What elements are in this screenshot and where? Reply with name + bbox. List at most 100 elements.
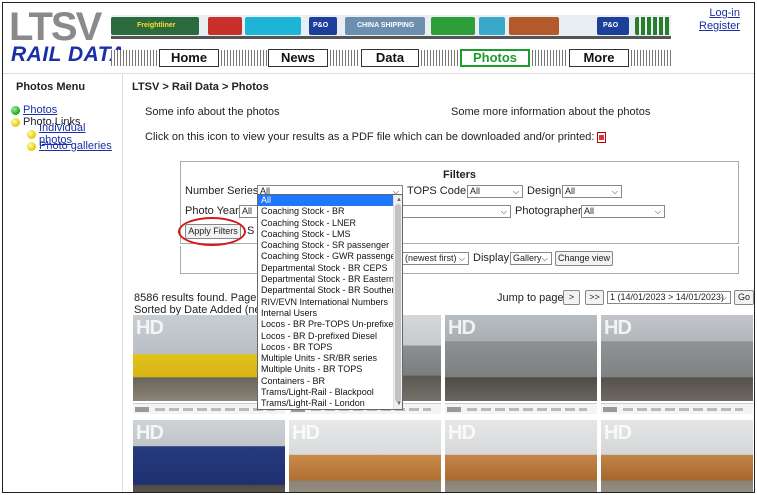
nav-tab-photos[interactable]: Photos [460,49,530,67]
dropdown-option[interactable]: Departmental Stock - BR CEPS [258,263,393,274]
dropdown-option[interactable]: Locos - BR TOPS [258,342,393,353]
sidebar-item-label[interactable]: Photo galleries [39,140,112,152]
container-graphic: P&O [309,17,337,35]
tops-code-select[interactable]: All ⌵ [467,185,523,198]
dropdown-option[interactable]: Trams/Light-Rail - London [258,398,393,409]
dropdown-option[interactable]: Departmental Stock - BR Southern [258,285,393,296]
locomotive-graphic: Freightliner [111,17,199,35]
dropdown-option[interactable]: Coaching Stock - LNER [258,218,393,229]
display-select[interactable]: Gallery ⌵ [510,252,552,265]
chevron-down-icon: ⌵ [541,254,548,263]
photo-year-select[interactable]: All [239,205,259,218]
sidebar-item-individual-photos[interactable]: Individual photos [11,122,121,146]
hd-badge: HD [448,317,476,339]
photos-more-info: Some more information about the photos [451,106,651,118]
dropdown-option[interactable]: Internal Users [258,308,393,319]
select-value: All [242,206,253,216]
gallery-thumbnail[interactable]: HD [133,420,285,492]
photos-info: Some info about the photos [145,106,280,118]
photos-sidebar: Photos Photo Links Individual photos Pho… [11,104,121,152]
filters-title: Filters [442,169,476,181]
hd-badge: HD [292,422,320,444]
change-view-button[interactable]: Change view [555,251,613,266]
display-label: Display: [473,252,513,264]
dropdown-option[interactable]: Coaching Stock - GWR passenger [258,251,393,262]
nav-fence [421,50,459,66]
ltsv-logo[interactable]: LTSV [9,5,111,49]
dropdown-option[interactable]: Multiple Units - BR TOPS [258,364,393,375]
dropdown-option[interactable]: Trams/Light-Rail - Blackpool [258,387,393,398]
account-links: Log-in Register [699,7,740,33]
container-graphic [208,17,242,35]
nav-tab-news[interactable]: News [268,49,328,67]
yellow-bullet-icon [27,141,36,151]
sidebar-item-photos[interactable]: Photos [11,104,121,116]
gallery-thumbnail[interactable]: HD [289,420,441,492]
results-summary: 8586 results found. Page 1 Sorted by Dat… [134,292,269,316]
dropdown-option[interactable]: Coaching Stock - SR passenger [258,240,393,251]
rail-track [111,36,671,39]
go-button[interactable]: Go [734,290,754,305]
scrollbar-thumb[interactable] [395,204,401,402]
design-select[interactable]: All ⌵ [562,185,622,198]
sidebar-item-label[interactable]: Photos [23,104,57,116]
logo-text: LTSV [9,5,102,49]
sidebar-item-photo-galleries[interactable]: Photo galleries [11,140,121,152]
chevron-down-icon: ⌵ [654,207,661,216]
scroll-up-icon[interactable]: ▲ [396,197,402,203]
gallery-thumbnail[interactable]: HD [445,315,597,415]
yellow-bullet-icon [27,129,36,139]
scroll-down-icon[interactable]: ▼ [396,401,402,407]
nav-tab-data[interactable]: Data [361,49,419,67]
jump-to-page-label: Jump to page: [497,292,567,304]
last-page-button[interactable]: >> [585,290,604,305]
photographer-select[interactable]: All ⌵ [581,205,665,218]
train-label: Freightliner [137,22,176,29]
pdf-icon[interactable] [597,131,607,143]
container-graphic: P&O [597,17,629,35]
hd-badge: HD [604,422,632,444]
container-graphic [479,17,505,35]
gallery-thumbnail[interactable]: HD [445,420,597,492]
select-value: (newest first) [405,253,457,263]
select-value: Gallery [513,253,542,263]
next-page-button[interactable]: > [563,290,580,305]
dropdown-option[interactable]: Containers - BR [258,376,393,387]
hd-badge: HD [136,422,164,444]
sort-select[interactable]: (newest first) ⌵ [403,252,469,265]
header-train-banner: Freightliner P&O CHINA SHIPPING P&O [111,15,671,37]
gallery-thumbnail[interactable]: HD [601,420,753,492]
results-count: 8586 results found. Page 1 [134,292,266,304]
dropdown-option[interactable]: Locos - BR Pre-TOPS Un-prefixed [258,319,393,330]
dropdown-option[interactable]: Coaching Stock - LMS [258,229,393,240]
dropdown-option[interactable]: Multiple Units - SR/BR series [258,353,393,364]
chevron-down-icon: ⌵ [512,187,519,196]
nav-fence [330,50,360,66]
container-graphic: CHINA SHIPPING [345,17,425,35]
dropdown-option[interactable]: Coaching Stock - BR [258,206,393,217]
login-link[interactable]: Log-in [699,7,740,20]
register-link[interactable]: Register [699,20,740,33]
site-header: LTSV RAIL DATA Freightliner P&O CHINA SH… [3,3,754,69]
site-name: RAIL DATA [11,43,126,66]
sort-label-fragment: S [247,225,255,237]
dropdown-option[interactable]: All [258,195,393,207]
pdf-instructions: Click on this icon to view your results … [145,131,607,143]
page-select[interactable]: 1 (14/01/2023 > 14/01/2023) ⌵ [607,291,731,304]
photo-year-select-tail[interactable]: ⌵ [403,205,511,218]
dropdown-option[interactable]: RIV/EVN International Numbers [258,297,393,308]
nav-fence [631,50,671,66]
dropdown-option[interactable]: Departmental Stock - BR Eastern [258,274,393,285]
pdf-text: Click on this icon to view your results … [145,131,595,143]
dropdown-option[interactable]: Locos - BR D-prefixed Diesel [258,331,393,342]
train-label: CHINA SHIPPING [357,22,415,29]
column-divider [122,73,123,492]
nav-tab-more[interactable]: More [569,49,629,67]
nav-tab-home[interactable]: Home [159,49,219,67]
photo-year-label: Photo Year: [185,205,242,217]
number-series-dropdown-list[interactable]: All Coaching Stock - BR Coaching Stock - L… [257,194,403,410]
dropdown-scrollbar[interactable]: ▲ ▼ [393,195,402,409]
gallery-thumbnail[interactable]: HD [601,315,753,415]
nav-fence [221,50,267,66]
select-value: All [584,206,595,216]
